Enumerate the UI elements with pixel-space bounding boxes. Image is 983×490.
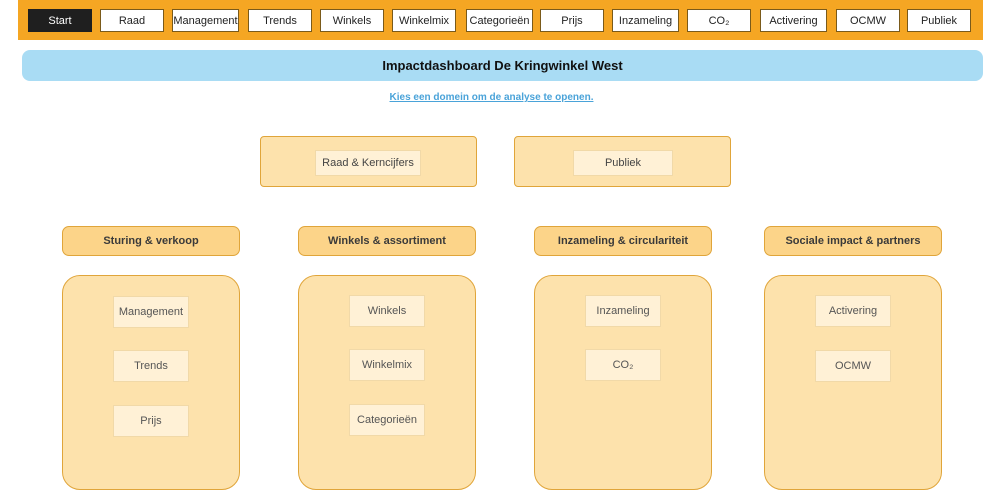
activering-button[interactable]: Activering [815, 295, 891, 327]
winkelmix-button[interactable]: Winkelmix [349, 349, 425, 381]
winkels-button[interactable]: Winkels [349, 295, 425, 327]
inzameling-button[interactable]: Inzameling [585, 295, 661, 327]
ocmw-button[interactable]: OCMW [815, 350, 891, 382]
group-header-winkels-assortiment: Winkels & assortiment [298, 226, 476, 256]
management-button[interactable]: Management [113, 296, 189, 328]
categorieen-button[interactable]: Categorieën [349, 404, 425, 436]
group-panel-inzameling-circulariteit: Inzameling CO₂ [534, 275, 712, 490]
group-header-inzameling-circulariteit: Inzameling & circulariteit [534, 226, 712, 256]
nav-raad-button[interactable]: Raad [100, 9, 164, 32]
group-panel-sociale-impact-partners: Activering OCMW [764, 275, 942, 490]
nav-categorieen-button[interactable]: Categorieën [466, 9, 533, 32]
top-navigation-bar: Start Raad Management Trends Winkels Win… [18, 0, 983, 40]
group-header-sturing-verkoop: Sturing & verkoop [62, 226, 240, 256]
group-panel-winkels-assortiment: Winkels Winkelmix Categorieën [298, 275, 476, 490]
nav-winkels-button[interactable]: Winkels [320, 9, 384, 32]
publiek-panel: Publiek [514, 136, 731, 187]
nav-start-button[interactable]: Start [28, 9, 92, 32]
co2-button[interactable]: CO₂ [585, 349, 661, 381]
group-panel-sturing-verkoop: Management Trends Prijs [62, 275, 240, 490]
prijs-button[interactable]: Prijs [113, 405, 189, 437]
nav-inzameling-button[interactable]: Inzameling [612, 9, 679, 32]
group-header-sociale-impact-partners: Sociale impact & partners [764, 226, 942, 256]
subtitle-link[interactable]: Kies een domein om de analyse te openen. [0, 92, 983, 103]
nav-trends-button[interactable]: Trends [248, 9, 312, 32]
page-title: Impactdashboard De Kringwinkel West [22, 50, 983, 81]
nav-management-button[interactable]: Management [172, 9, 239, 32]
nav-publiek-button[interactable]: Publiek [907, 9, 971, 32]
trends-button[interactable]: Trends [113, 350, 189, 382]
nav-winkelmix-button[interactable]: Winkelmix [392, 9, 456, 32]
raad-kerncijfers-button[interactable]: Raad & Kerncijfers [315, 150, 421, 176]
raad-panel: Raad & Kerncijfers [260, 136, 477, 187]
nav-co2-button[interactable]: CO₂ [687, 9, 751, 32]
nav-prijs-button[interactable]: Prijs [540, 9, 604, 32]
nav-ocmw-button[interactable]: OCMW [836, 9, 900, 32]
publiek-button[interactable]: Publiek [573, 150, 673, 176]
nav-activering-button[interactable]: Activering [760, 9, 827, 32]
